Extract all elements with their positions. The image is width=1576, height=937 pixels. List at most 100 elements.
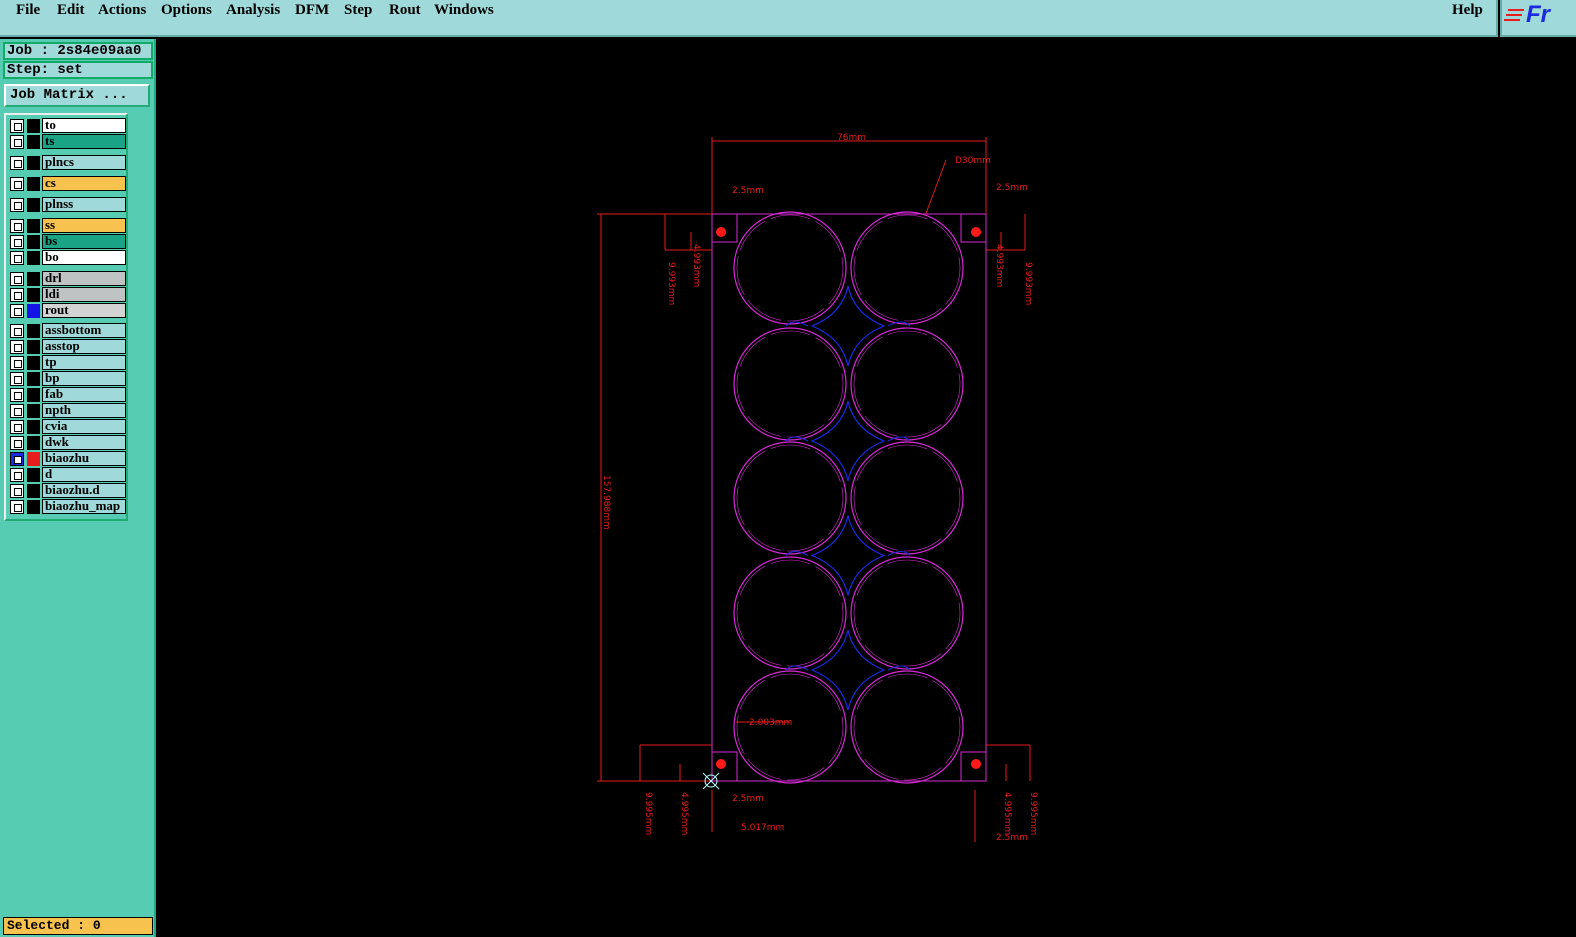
layer-name[interactable]: asstop	[42, 339, 126, 354]
layer-name[interactable]: ts	[42, 134, 126, 149]
layer-color-swatch[interactable]	[27, 500, 40, 514]
layer-color-swatch[interactable]	[27, 452, 40, 466]
layer-row-rout[interactable]: rout	[8, 303, 126, 318]
layer-checkbox[interactable]	[10, 340, 24, 354]
layer-color-swatch[interactable]	[27, 272, 40, 286]
layer-checkbox[interactable]	[10, 119, 24, 133]
layer-checkbox[interactable]	[10, 404, 24, 418]
layer-checkbox[interactable]	[10, 468, 24, 482]
layer-row-ldi[interactable]: ldi	[8, 287, 126, 302]
layer-checkbox[interactable]	[10, 251, 24, 265]
layer-color-swatch[interactable]	[27, 198, 40, 212]
layer-row-biaozhu-d[interactable]: biaozhu.d	[8, 483, 126, 498]
layer-color-swatch[interactable]	[27, 135, 40, 149]
layer-checkbox[interactable]	[10, 452, 24, 466]
menu-edit[interactable]: Edit	[57, 2, 85, 19]
layer-checkbox[interactable]	[10, 288, 24, 302]
layer-checkbox[interactable]	[10, 272, 24, 286]
layer-name[interactable]: bp	[42, 371, 126, 386]
layer-color-swatch[interactable]	[27, 177, 40, 191]
job-matrix-button[interactable]: Job Matrix ...	[4, 84, 150, 107]
layer-row-plnss[interactable]: plnss	[8, 197, 126, 212]
layer-checkbox[interactable]	[10, 372, 24, 386]
layer-color-swatch[interactable]	[27, 388, 40, 402]
layer-row-plncs[interactable]: plncs	[8, 155, 126, 170]
layer-color-swatch[interactable]	[27, 324, 40, 338]
layer-row-cs[interactable]: cs	[8, 176, 126, 191]
menu-actions[interactable]: Actions	[98, 2, 146, 19]
layer-checkbox[interactable]	[10, 177, 24, 191]
layer-row-ts[interactable]: ts	[8, 134, 126, 149]
menu-options[interactable]: Options	[161, 2, 212, 19]
layer-row-bp[interactable]: bp	[8, 371, 126, 386]
layer-color-swatch[interactable]	[27, 356, 40, 370]
layer-name[interactable]: rout	[42, 303, 126, 318]
layer-checkbox[interactable]	[10, 484, 24, 498]
layer-name[interactable]: cs	[42, 176, 126, 191]
layer-row-fab[interactable]: fab	[8, 387, 126, 402]
layer-name[interactable]: drl	[42, 271, 126, 286]
layer-row-ss[interactable]: ss	[8, 218, 126, 233]
layer-color-swatch[interactable]	[27, 404, 40, 418]
layer-name[interactable]: cvia	[42, 419, 126, 434]
board-drawing[interactable]: 76mm D30mm 2.5mm 2.5mm 4.993mm 9.993mm 4.993mm…	[156, 39, 1576, 937]
layer-color-swatch[interactable]	[27, 119, 40, 133]
layer-color-swatch[interactable]	[27, 251, 40, 265]
layer-name[interactable]: fab	[42, 387, 126, 402]
menu-file[interactable]: File	[16, 2, 40, 19]
layer-color-swatch[interactable]	[27, 436, 40, 450]
layer-row-biaozhu-map[interactable]: biaozhu_map	[8, 499, 126, 514]
layer-row-biaozhu[interactable]: biaozhu	[8, 451, 126, 466]
layer-checkbox[interactable]	[10, 156, 24, 170]
layer-color-swatch[interactable]	[27, 156, 40, 170]
menu-help[interactable]: Help	[1452, 2, 1483, 19]
layer-checkbox[interactable]	[10, 198, 24, 212]
layer-color-swatch[interactable]	[27, 219, 40, 233]
layer-color-swatch[interactable]	[27, 372, 40, 386]
layer-row-bs[interactable]: bs	[8, 234, 126, 249]
layer-checkbox[interactable]	[10, 135, 24, 149]
layer-checkbox[interactable]	[10, 324, 24, 338]
graphics-canvas[interactable]: 76mm D30mm 2.5mm 2.5mm 4.993mm 9.993mm 4.993mm…	[156, 39, 1576, 937]
layer-name[interactable]: ldi	[42, 287, 126, 302]
layer-name[interactable]: plnss	[42, 197, 126, 212]
menu-rout[interactable]: Rout	[389, 2, 421, 19]
menu-analysis[interactable]: Analysis	[226, 2, 280, 19]
layer-color-swatch[interactable]	[27, 468, 40, 482]
layer-color-swatch[interactable]	[27, 340, 40, 354]
layer-row-cvia[interactable]: cvia	[8, 419, 126, 434]
layer-checkbox[interactable]	[10, 235, 24, 249]
layer-name[interactable]: bs	[42, 234, 126, 249]
layer-name[interactable]: tp	[42, 355, 126, 370]
layer-color-swatch[interactable]	[27, 304, 40, 318]
layer-row-bo[interactable]: bo	[8, 250, 126, 265]
layer-color-swatch[interactable]	[27, 484, 40, 498]
layer-name[interactable]: bo	[42, 250, 126, 265]
layer-name[interactable]: ss	[42, 218, 126, 233]
layer-name[interactable]: dwk	[42, 435, 126, 450]
layer-name[interactable]: plncs	[42, 155, 126, 170]
layer-row-asstop[interactable]: asstop	[8, 339, 126, 354]
layer-checkbox[interactable]	[10, 219, 24, 233]
menu-step[interactable]: Step	[344, 2, 372, 19]
layer-row-dwk[interactable]: dwk	[8, 435, 126, 450]
layer-row-npth[interactable]: npth	[8, 403, 126, 418]
layer-checkbox[interactable]	[10, 304, 24, 318]
layer-checkbox[interactable]	[10, 500, 24, 514]
layer-color-swatch[interactable]	[27, 235, 40, 249]
layer-name[interactable]: biaozhu	[42, 451, 126, 466]
layer-name[interactable]: to	[42, 118, 126, 133]
menu-windows[interactable]: Windows	[434, 2, 494, 19]
layer-name[interactable]: biaozhu_map	[42, 499, 126, 514]
layer-name[interactable]: d	[42, 467, 126, 482]
layer-checkbox[interactable]	[10, 420, 24, 434]
layer-checkbox[interactable]	[10, 436, 24, 450]
layer-name[interactable]: assbottom	[42, 323, 126, 338]
layer-row-drl[interactable]: drl	[8, 271, 126, 286]
layer-row-assbottom[interactable]: assbottom	[8, 323, 126, 338]
layer-name[interactable]: biaozhu.d	[42, 483, 126, 498]
layer-color-swatch[interactable]	[27, 420, 40, 434]
layer-row-tp[interactable]: tp	[8, 355, 126, 370]
layer-checkbox[interactable]	[10, 356, 24, 370]
layer-row-d[interactable]: d	[8, 467, 126, 482]
